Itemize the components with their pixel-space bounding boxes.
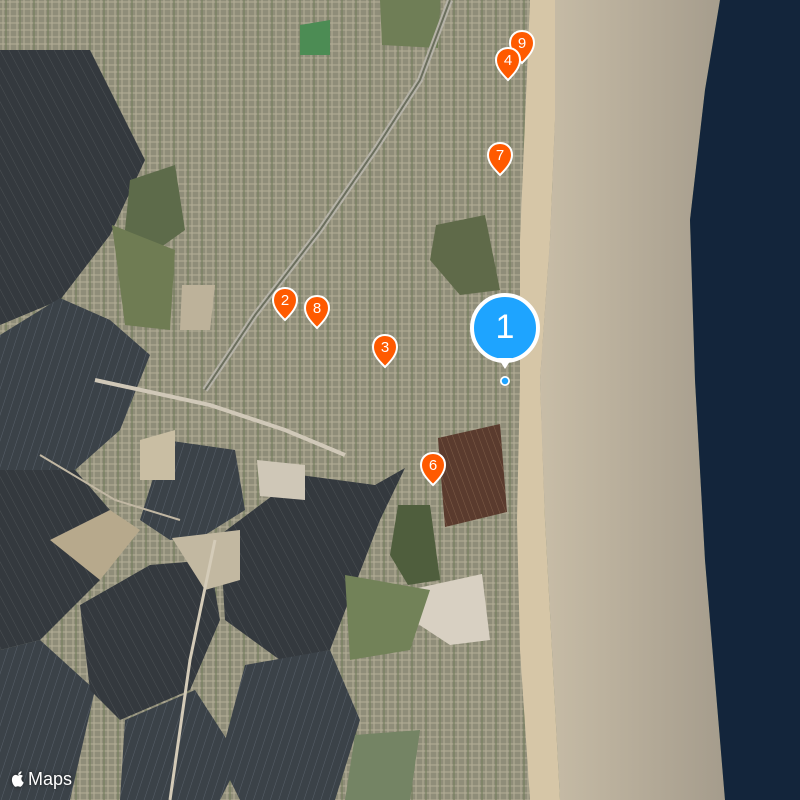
map-pin-7[interactable]: 7 [485, 141, 515, 179]
map-pin-8[interactable]: 8 [302, 294, 332, 332]
map-pin-2[interactable]: 2 [270, 286, 300, 324]
map-pin-label: 2 [280, 292, 290, 309]
map-pin-label: 7 [495, 147, 505, 164]
apple-logo-icon [11, 771, 24, 787]
attribution-label: Maps [28, 769, 73, 789]
map-pin-3[interactable]: 3 [370, 333, 400, 371]
satellite-map[interactable]: 1 9 4 7 2 8 3 6 Maps [0, 0, 800, 800]
current-location-marker[interactable]: 1 [468, 293, 542, 390]
satellite-imagery [0, 0, 800, 800]
map-pin-label: 8 [312, 300, 322, 317]
maps-attribution[interactable]: Maps [10, 768, 72, 790]
map-pin-4[interactable]: 4 [493, 46, 523, 84]
map-pin-label: 3 [380, 339, 390, 356]
map-pin-label: 6 [428, 457, 438, 474]
current-location-label: 1 [495, 308, 515, 346]
map-pin-label: 4 [503, 52, 513, 69]
map-pin-6[interactable]: 6 [418, 451, 448, 489]
